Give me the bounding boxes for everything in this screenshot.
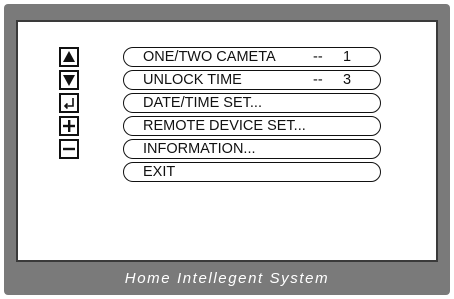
menu-item-label: EXIT	[143, 164, 176, 180]
up-arrow-button[interactable]	[59, 47, 79, 67]
menu-item-label: INFORMATION...	[143, 141, 256, 157]
menu-item-value: 1	[343, 49, 352, 65]
up-arrow-icon	[63, 51, 75, 62]
plus-icon	[63, 120, 75, 132]
enter-button[interactable]	[59, 93, 79, 113]
brand-footer: Home Intellegent System	[124, 270, 330, 287]
down-arrow-button[interactable]	[59, 70, 79, 90]
menu-item-label: ONE/TWO CAMETA	[143, 49, 276, 65]
menu-screen: ONE/TWO CAMETA -- 1 UNLOCK TIME -- 3 DAT…	[16, 20, 438, 262]
menu-item-label: UNLOCK TIME	[143, 72, 242, 88]
menu-item-unlock-time[interactable]: UNLOCK TIME -- 3	[123, 70, 381, 90]
menu-item-separator: --	[313, 49, 323, 65]
enter-icon	[63, 98, 74, 110]
menu-item-date-time-set[interactable]: DATE/TIME SET...	[123, 93, 381, 113]
menu-item-one-two-camera[interactable]: ONE/TWO CAMETA -- 1	[123, 47, 381, 67]
minus-button[interactable]	[59, 139, 79, 159]
menu-item-value: 3	[343, 72, 352, 88]
plus-button[interactable]	[59, 116, 79, 136]
menu-item-remote-device-set[interactable]: REMOTE DEVICE SET...	[123, 116, 381, 136]
menu-item-separator: --	[313, 72, 323, 88]
menu-item-exit[interactable]: EXIT	[123, 162, 381, 182]
menu-item-label: DATE/TIME SET...	[143, 95, 262, 111]
down-arrow-icon	[63, 75, 75, 86]
menu-item-information[interactable]: INFORMATION...	[123, 139, 381, 159]
menu-item-label: REMOTE DEVICE SET...	[143, 118, 306, 134]
minus-icon	[63, 147, 75, 151]
